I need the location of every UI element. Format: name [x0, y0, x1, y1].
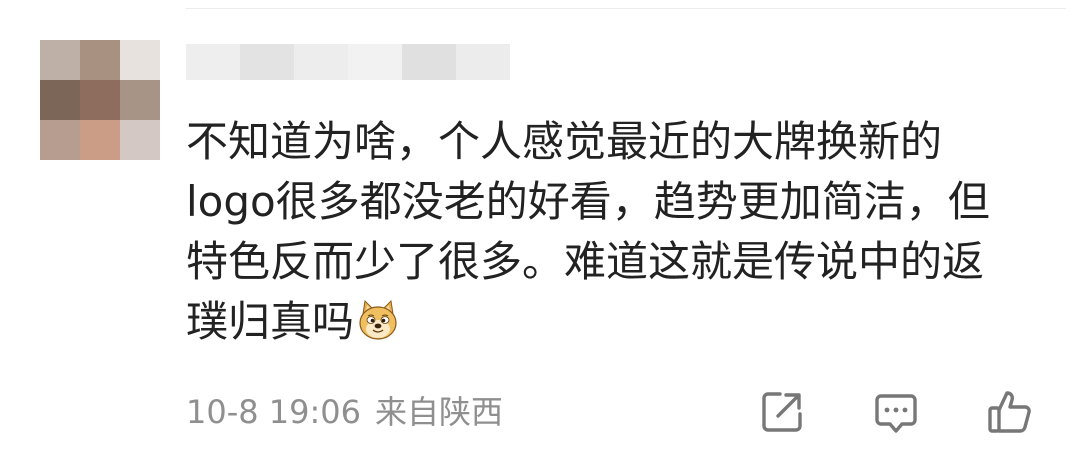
- username-blur-block: [402, 44, 456, 80]
- comment-line: logo很多都没老的好看，趋势更加简洁，但: [186, 177, 990, 226]
- username-blur-block: [240, 44, 294, 80]
- avatar-pixel: [40, 80, 80, 120]
- username-blur-block: [456, 44, 510, 80]
- comment-line: 不知道为啥，个人感觉最近的大牌换新的: [186, 117, 943, 166]
- comment-line-last: 璞归真吗: [186, 292, 1056, 352]
- avatar-pixel: [80, 40, 120, 80]
- avatar-pixel: [40, 120, 80, 160]
- username-blurred[interactable]: [186, 44, 510, 80]
- top-divider: [186, 8, 1066, 9]
- doge-emoji: [356, 298, 400, 342]
- reply-button[interactable]: [872, 388, 920, 436]
- comment-line-text: 璞归真吗: [186, 297, 355, 346]
- comment-meta: 10-8 19:06 来自陕西: [186, 392, 503, 432]
- avatar-pixel: [80, 120, 120, 160]
- comment-item: 不知道为啥，个人感觉最近的大牌换新的 logo很多都没老的好看，趋势更加简洁，但…: [0, 0, 1080, 462]
- share-icon: [762, 392, 802, 432]
- avatar-pixel: [120, 40, 160, 80]
- timestamp: 10-8 19:06: [186, 393, 362, 431]
- comment-icon: [875, 394, 917, 433]
- username-blur-block: [294, 44, 348, 80]
- username-blur-block: [186, 44, 240, 80]
- location-label: 来自陕西: [375, 393, 504, 431]
- comment-text: 不知道为啥，个人感觉最近的大牌换新的 logo很多都没老的好看，趋势更加简洁，但…: [186, 112, 1056, 352]
- avatar-pixel: [80, 80, 120, 120]
- avatar-pixel: [120, 80, 160, 120]
- avatar-pixel: [40, 40, 80, 80]
- thumbs-up-icon: [988, 391, 1031, 433]
- share-button[interactable]: [758, 388, 806, 436]
- username-blur-block: [348, 44, 402, 80]
- avatar-pixel: [120, 120, 160, 160]
- comment-line: 特色反而少了很多。难道这就是传说中的返: [186, 237, 985, 286]
- like-button[interactable]: [986, 388, 1034, 436]
- avatar[interactable]: [40, 40, 160, 160]
